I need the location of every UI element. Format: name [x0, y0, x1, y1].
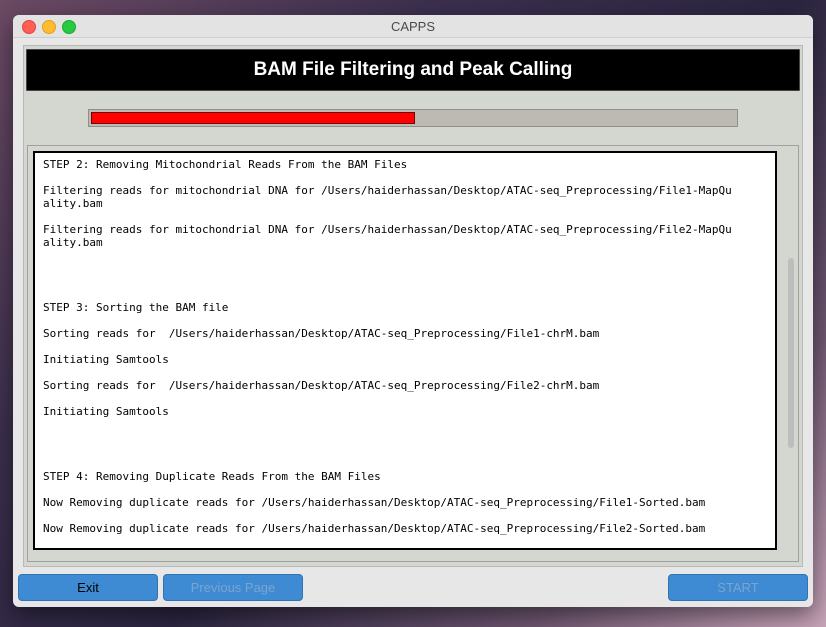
log-scrollbar[interactable]: [785, 148, 796, 556]
window-title: CAPPS: [390, 19, 436, 34]
start-button[interactable]: START: [668, 574, 808, 601]
log-line: Filtering reads for mitochondrial DNA fo…: [43, 184, 732, 197]
log-line: Filtering reads for mitochondrial DNA fo…: [43, 223, 732, 236]
log-line: Sorting reads for /Users/haiderhassan/De…: [43, 327, 600, 340]
log-line: ality.bam: [43, 236, 103, 249]
page-banner: BAM File Filtering and Peak Calling: [26, 49, 800, 91]
log-line: STEP 2: Removing Mitochondrial Reads Fro…: [43, 158, 408, 171]
previous-page-button[interactable]: Previous Page: [163, 574, 303, 601]
log-text: STEP 2: Removing Mitochondrial Reads Fro…: [43, 153, 769, 535]
page-title: BAM File Filtering and Peak Calling: [253, 59, 573, 80]
log-line: Initiating Samtools: [43, 405, 169, 418]
scrollbar-thumb[interactable]: [788, 258, 794, 448]
progress-bar: [88, 109, 738, 127]
log-line: STEP 3: Sorting the BAM file: [43, 301, 229, 314]
log-line: Now Removing duplicate reads for /Users/…: [43, 496, 706, 509]
log-line: Now Removing duplicate reads for /Users/…: [43, 522, 706, 535]
log-line: STEP 4: Removing Duplicate Reads From th…: [43, 470, 381, 483]
log-output[interactable]: STEP 2: Removing Mitochondrial Reads Fro…: [33, 151, 777, 550]
main-panel: BAM File Filtering and Peak Calling STEP…: [23, 45, 803, 567]
log-line: Initiating Samtools: [43, 353, 169, 366]
log-panel: STEP 2: Removing Mitochondrial Reads Fro…: [27, 145, 799, 562]
log-line: ality.bam: [43, 197, 103, 210]
log-line: Sorting reads for /Users/haiderhassan/De…: [43, 379, 600, 392]
progress-bar-fill: [91, 112, 415, 124]
title-bar: CAPPS: [13, 15, 813, 38]
exit-button[interactable]: Exit: [18, 574, 158, 601]
app-window: CAPPS BAM File Filtering and Peak Callin…: [13, 15, 813, 607]
